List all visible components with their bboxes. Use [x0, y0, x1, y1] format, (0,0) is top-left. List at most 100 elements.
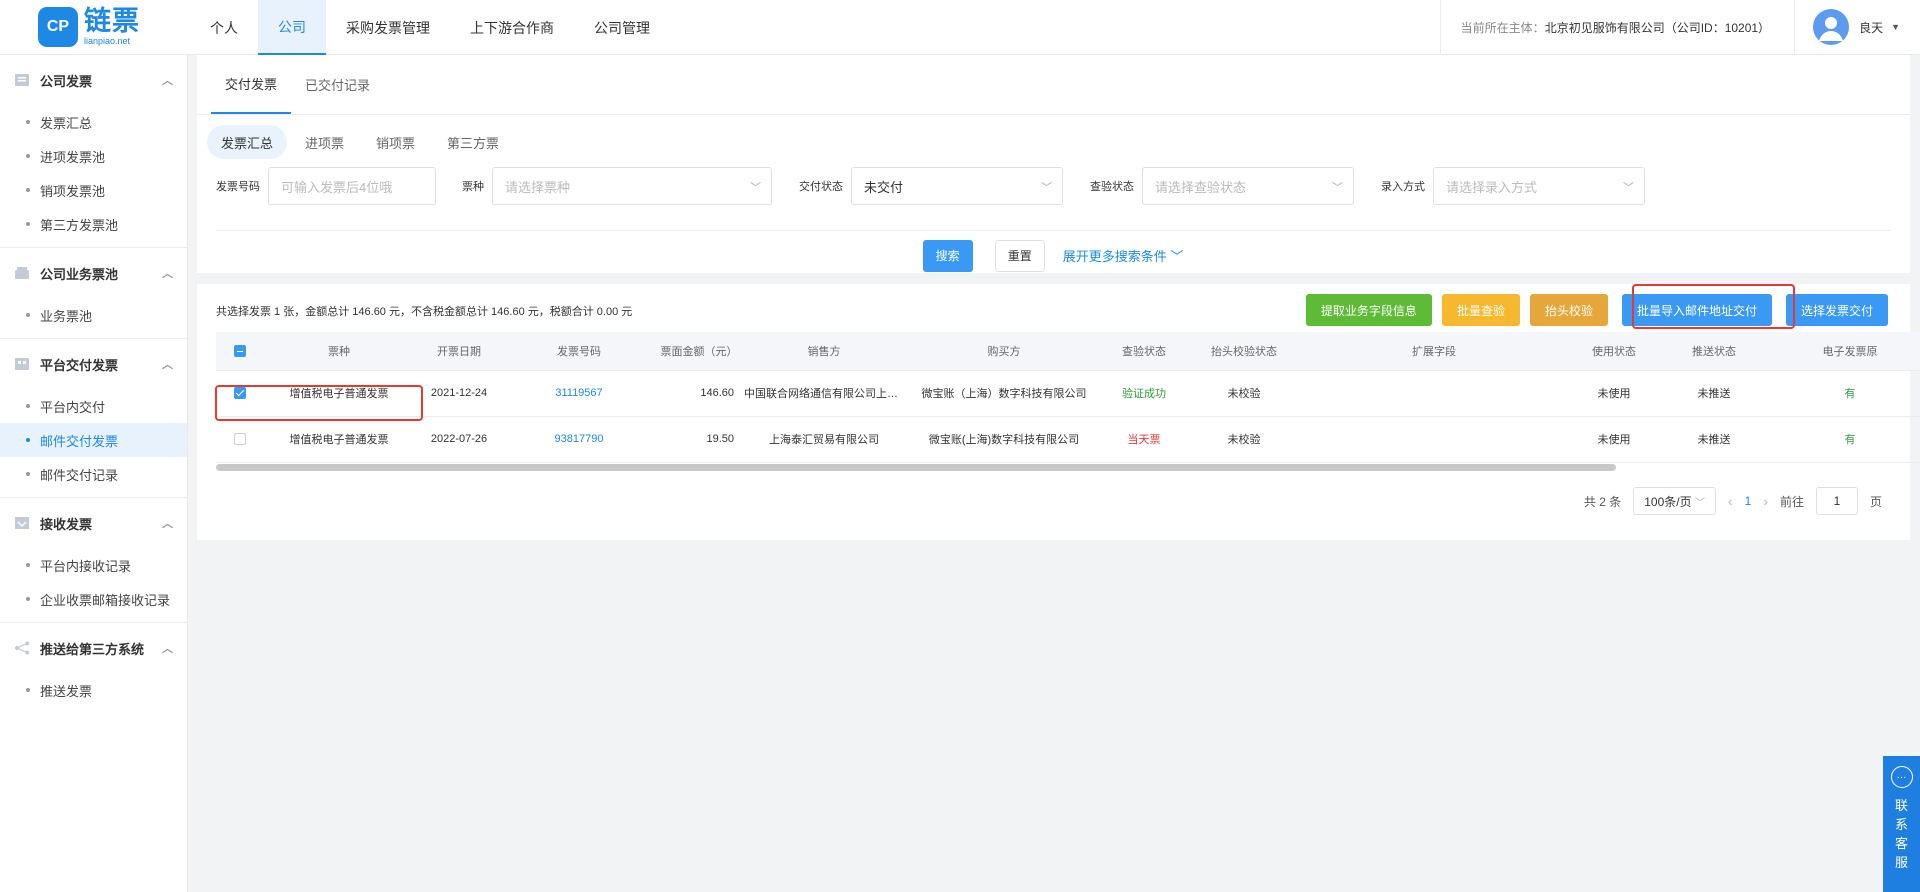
subtab-output[interactable]: 销项票	[362, 125, 429, 159]
chevron-down-icon: ﹀	[750, 182, 761, 194]
search-button[interactable]: 搜索	[922, 239, 973, 272]
title-check-button[interactable]: 抬头校验	[1529, 294, 1608, 326]
check-label: 查验状态	[1090, 181, 1134, 193]
sidebar-group-title: 公司业务票池	[40, 266, 119, 282]
avatar	[1813, 9, 1850, 45]
sidebar-item[interactable]: 第三方发票池	[0, 207, 187, 241]
check-select[interactable]: 请选择查验状态 ﹀	[1142, 167, 1354, 205]
table-card: 共选择发票 1 张，金额总计 146.60 元，不含税金额总计 146.60 元…	[197, 284, 1920, 540]
batch-verify-button[interactable]: 批量查验	[1441, 294, 1520, 326]
status-badge: 验证成功	[1104, 370, 1184, 417]
col-date: 开票日期	[414, 332, 504, 371]
row-checkbox[interactable]	[234, 433, 246, 446]
contact-support-button[interactable]: ··· 联 系 客 服	[1883, 756, 1920, 892]
logo[interactable]: CP 链票 lianpiao.net	[0, 0, 188, 54]
sidebar-item[interactable]: 销项发票池	[0, 173, 187, 207]
entity-value: 北京初见服饰有限公司（公司ID：10201）	[1544, 20, 1771, 35]
invoice-no-input[interactable]: 可输入发票后4位哦	[268, 167, 436, 205]
subtab-third-party[interactable]: 第三方票	[433, 125, 513, 159]
chevron-up-icon[interactable]: ︿	[162, 72, 173, 88]
highlight-box	[215, 385, 423, 421]
chevron-up-icon[interactable]: ︿	[162, 356, 173, 372]
type-label: 票种	[462, 181, 484, 193]
sidebar-group-header[interactable]: 接收发票 ︿	[0, 498, 187, 548]
nav-company[interactable]: 公司	[258, 0, 326, 55]
nav-company-admin[interactable]: 公司管理	[574, 0, 670, 55]
user-menu[interactable]: 良天 ▼	[1794, 0, 1920, 55]
horizontal-scrollbar[interactable]	[216, 464, 1616, 471]
goto-page-input[interactable]: 1	[1815, 487, 1858, 515]
share-icon	[15, 641, 29, 655]
sidebar-group-title: 接收发票	[40, 516, 93, 532]
col-use: 使用状态	[1564, 332, 1664, 371]
select-deliver-button[interactable]: 选择发票交付	[1785, 294, 1888, 326]
nav-personal[interactable]: 个人	[190, 0, 258, 55]
nav-purchase-invoice[interactable]: 采购发票管理	[326, 0, 450, 55]
sidebar-item[interactable]: 平台内接收记录	[0, 548, 187, 582]
sidebar-item[interactable]: 邮件交付记录	[0, 457, 187, 491]
sidebar-group-header[interactable]: 公司业务票池 ︿	[0, 248, 187, 298]
col-seller: 销售方	[744, 332, 904, 371]
sidebar-item[interactable]: 企业收票邮箱接收记录	[0, 582, 187, 616]
receive-icon	[15, 517, 29, 529]
highlight-box	[1632, 284, 1795, 329]
sidebar-item[interactable]: 推送发票	[0, 673, 187, 707]
sidebar-item[interactable]: 业务票池	[0, 298, 187, 332]
chevron-down-icon: ﹀	[1041, 182, 1052, 194]
nav-partners[interactable]: 上下游合作商	[450, 0, 574, 55]
page-number[interactable]: 1	[1745, 494, 1752, 508]
page-size-select[interactable]: 100条/页 ﹀	[1633, 487, 1716, 515]
tab-bar: 交付发票 已交付记录	[197, 55, 1910, 115]
col-amount: 票面金额（元）	[654, 332, 744, 371]
filter-row: 发票号码 可输入发票后4位哦 票种 请选择票种 ﹀ 交付状态 未交付 ﹀ 查验状态 …	[197, 159, 1910, 205]
chevron-down-icon: ﹀	[1694, 497, 1705, 509]
table-row[interactable]: 增值税电子普通发票 2021-12-24 31119567 146.60 中国联…	[216, 370, 1920, 417]
next-page-icon[interactable]: ›	[1763, 493, 1768, 509]
top-header: CP 链票 lianpiao.net 个人 公司 采购发票管理 上下游合作商 公…	[0, 0, 1920, 55]
col-buyer: 购买方	[904, 332, 1104, 371]
subtab-input[interactable]: 进项票	[291, 125, 358, 159]
chevron-down-icon: ﹀	[1332, 182, 1343, 194]
sidebar-item[interactable]: 平台内交付	[0, 389, 187, 423]
extract-fields-button[interactable]: 提取业务字段信息	[1305, 294, 1432, 326]
subtab-summary[interactable]: 发票汇总	[207, 125, 288, 159]
col-type: 票种	[264, 332, 414, 371]
pagination: 共 2 条 100条/页 ﹀ ‹ 1 › 前往 1 页	[1584, 487, 1882, 515]
goto-label: 前往	[1779, 494, 1804, 509]
reset-button[interactable]: 重置	[994, 239, 1045, 272]
tab-delivered-records[interactable]: 已交付记录	[291, 55, 384, 114]
table-row[interactable]: 增值税电子普通发票 2022-07-26 93817790 19.50 上海泰汇…	[216, 416, 1920, 463]
sidebar-group-platform-delivery: 平台交付发票 ︿ 平台内交付 邮件交付发票 邮件交付记录	[0, 339, 187, 498]
sidebar-group-header[interactable]: 公司发票 ︿	[0, 55, 187, 105]
filter-card: 交付发票 已交付记录 发票汇总 进项票 销项票 第三方票 发票号码 可输入发票后…	[197, 55, 1910, 273]
type-select[interactable]: 请选择票种 ﹀	[492, 167, 772, 205]
sidebar-group-business-pool: 公司业务票池 ︿ 业务票池	[0, 248, 187, 339]
selection-summary: 共选择发票 1 张，金额总计 146.60 元，不含税金额总计 146.60 元…	[216, 306, 633, 318]
select-all-checkbox[interactable]	[234, 344, 246, 357]
sidebar-item-active[interactable]: 邮件交付发票	[0, 423, 187, 457]
current-entity: 当前所在主体： 北京初见服饰有限公司（公司ID：10201）	[1439, 0, 1794, 55]
invoice-no-link[interactable]: 93817790	[504, 416, 654, 463]
invoice-no-link[interactable]: 31119567	[504, 370, 654, 417]
logo-subtitle: lianpiao.net	[84, 36, 131, 46]
prev-page-icon[interactable]: ‹	[1728, 493, 1733, 509]
tab-deliver-invoice[interactable]: 交付发票	[211, 55, 292, 114]
chevron-up-icon[interactable]: ︿	[162, 265, 173, 281]
entry-select[interactable]: 请选择录入方式 ﹀	[1433, 167, 1645, 205]
deliver-icon	[15, 358, 29, 370]
col-check: 查验状态	[1104, 332, 1184, 371]
sidebar-item[interactable]: 进项发票池	[0, 139, 187, 173]
chevron-up-icon[interactable]: ︿	[162, 640, 173, 656]
expand-more-link[interactable]: 展开更多搜索条件 ﹀	[1063, 246, 1184, 265]
sidebar-group-header[interactable]: 平台交付发票 ︿	[0, 339, 187, 389]
chevron-up-icon[interactable]: ︿	[162, 515, 173, 531]
user-icon	[1819, 17, 1844, 41]
sidebar-item[interactable]: 发票汇总	[0, 105, 187, 139]
subtab-bar: 发票汇总 进项票 销项票 第三方票	[197, 115, 1910, 159]
sidebar-group-header[interactable]: 推送给第三方系统 ︿	[0, 623, 187, 673]
invoice-icon	[15, 74, 29, 86]
col-push: 推送状态	[1664, 332, 1764, 371]
sidebar-group-title: 公司发票	[40, 73, 93, 89]
delivery-select[interactable]: 未交付 ﹀	[851, 167, 1063, 205]
search-actions: 搜索 重置 展开更多搜索条件 ﹀	[216, 230, 1890, 280]
